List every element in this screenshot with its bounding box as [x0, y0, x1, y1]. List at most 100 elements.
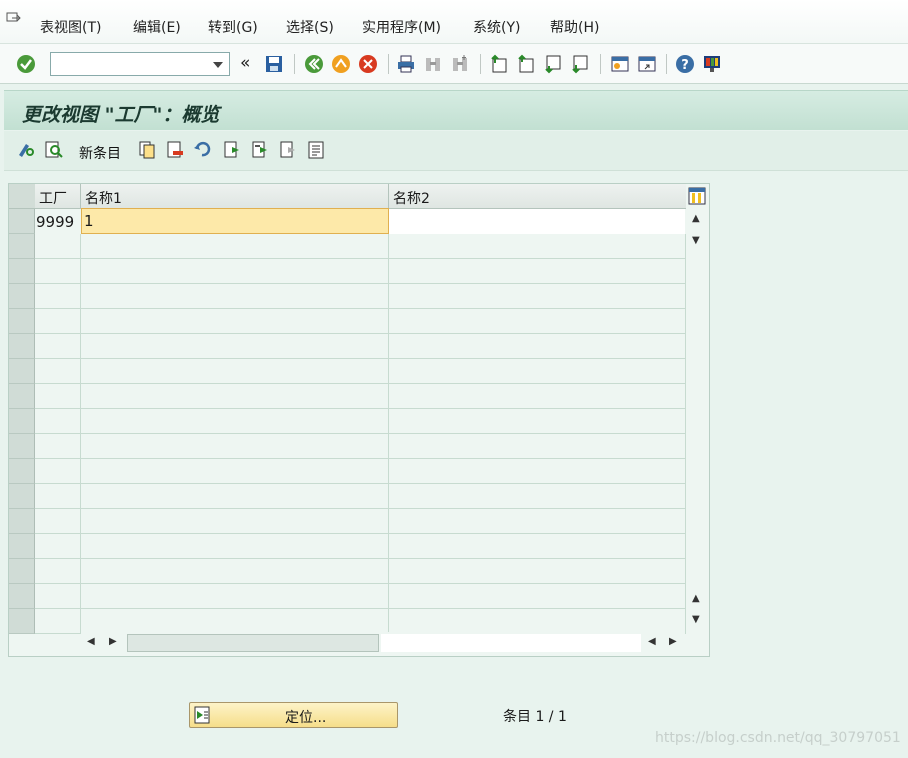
menu-selection[interactable]: 选择(S)	[286, 17, 334, 37]
exit-icon[interactable]	[331, 54, 351, 74]
menu-help[interactable]: 帮助(H)	[550, 17, 599, 37]
table-cell[interactable]	[35, 309, 81, 334]
table-settings-icon[interactable]	[688, 187, 706, 205]
table-cell[interactable]	[35, 384, 81, 409]
table-cell[interactable]	[389, 259, 686, 284]
locate-button[interactable]: 定位...	[189, 702, 398, 728]
table-cell[interactable]	[389, 234, 686, 259]
row-selector[interactable]	[9, 609, 35, 634]
create-session-icon[interactable]	[610, 54, 630, 74]
table-cell[interactable]	[81, 584, 389, 609]
menu-system[interactable]: 系统(Y)	[473, 17, 520, 37]
print-icon[interactable]	[396, 54, 416, 74]
print-field-list-icon[interactable]	[306, 140, 326, 160]
table-cell[interactable]	[35, 459, 81, 484]
first-page-icon[interactable]	[489, 54, 509, 74]
scroll-right-icon[interactable]: ▶	[109, 636, 117, 647]
table-cell[interactable]	[81, 434, 389, 459]
row-selector[interactable]	[9, 209, 35, 234]
row-selector[interactable]	[9, 234, 35, 259]
table-cell[interactable]	[81, 334, 389, 359]
system-menu-icon[interactable]	[6, 12, 22, 26]
copy-as-icon[interactable]	[137, 140, 157, 160]
row-selector[interactable]	[9, 334, 35, 359]
select-all-icon[interactable]	[222, 140, 242, 160]
scroll-left-icon-2[interactable]: ◀	[648, 636, 656, 647]
menu-table-view[interactable]: 表视图(T)	[40, 17, 101, 37]
table-cell[interactable]	[389, 459, 686, 484]
table-cell[interactable]	[389, 509, 686, 534]
row-selector[interactable]	[9, 259, 35, 284]
table-cell[interactable]	[389, 334, 686, 359]
customize-layout-icon[interactable]	[702, 54, 722, 74]
scroll-track[interactable]	[381, 634, 641, 652]
row-selector[interactable]	[9, 584, 35, 609]
menu-edit[interactable]: 编辑(E)	[133, 17, 181, 37]
table-cell[interactable]	[81, 409, 389, 434]
table-cell[interactable]	[35, 584, 81, 609]
table-cell[interactable]	[81, 509, 389, 534]
table-cell[interactable]	[35, 509, 81, 534]
table-cell[interactable]	[389, 309, 686, 334]
table-cell[interactable]	[389, 534, 686, 559]
table-cell[interactable]	[389, 384, 686, 409]
enter-icon[interactable]	[16, 54, 36, 74]
name2-input[interactable]	[389, 209, 685, 234]
new-entries-button[interactable]: 新条目	[79, 143, 121, 163]
row-selector[interactable]	[9, 434, 35, 459]
table-cell[interactable]	[35, 559, 81, 584]
next-page-icon[interactable]	[543, 54, 563, 74]
table-cell[interactable]	[81, 359, 389, 384]
column-header-plant[interactable]: 工厂	[35, 184, 81, 209]
row-selector[interactable]	[9, 559, 35, 584]
last-page-icon[interactable]	[570, 54, 590, 74]
collapse-command-icon[interactable]: «	[240, 53, 260, 73]
table-cell[interactable]	[389, 359, 686, 384]
column-header-name1[interactable]: 名称1	[81, 184, 389, 209]
table-cell[interactable]	[35, 259, 81, 284]
table-cell[interactable]	[35, 484, 81, 509]
page-up-icon[interactable]: ▲	[692, 593, 700, 604]
row-selector[interactable]	[9, 359, 35, 384]
menu-utilities[interactable]: 实用程序(M)	[362, 17, 441, 37]
table-cell[interactable]	[389, 434, 686, 459]
display-change-icon[interactable]	[16, 140, 36, 160]
save-icon[interactable]	[264, 54, 284, 74]
horizontal-scrollbar[interactable]: ◀ ▶ ◀ ▶	[81, 632, 685, 654]
deselect-all-icon[interactable]	[278, 140, 298, 160]
table-cell[interactable]	[389, 584, 686, 609]
table-cell[interactable]	[81, 609, 389, 634]
table-cell[interactable]	[81, 284, 389, 309]
row-selector[interactable]	[9, 284, 35, 309]
cancel-icon[interactable]	[358, 54, 378, 74]
undo-change-icon[interactable]	[193, 140, 213, 160]
row-selector[interactable]	[9, 534, 35, 559]
table-cell[interactable]	[35, 534, 81, 559]
table-cell[interactable]	[389, 609, 686, 634]
table-cell[interactable]	[389, 409, 686, 434]
help-icon[interactable]: ?	[675, 54, 695, 74]
select-block-icon[interactable]	[250, 140, 270, 160]
column-header-name2[interactable]: 名称2	[389, 184, 686, 209]
table-cell[interactable]	[35, 284, 81, 309]
table-cell[interactable]	[81, 234, 389, 259]
table-cell[interactable]	[81, 384, 389, 409]
page-down-icon[interactable]: ▼	[692, 614, 700, 625]
table-cell[interactable]	[35, 359, 81, 384]
back-icon[interactable]	[304, 54, 324, 74]
row-selector[interactable]	[9, 309, 35, 334]
table-cell[interactable]	[389, 559, 686, 584]
table-cell[interactable]	[81, 309, 389, 334]
table-cell[interactable]	[81, 459, 389, 484]
table-cell[interactable]	[81, 559, 389, 584]
vertical-scrollbar[interactable]: ▲ ▼ ▲ ▼	[686, 209, 708, 631]
prev-page-icon[interactable]	[516, 54, 536, 74]
scroll-down-icon[interactable]: ▼	[692, 235, 700, 246]
scroll-left-icon[interactable]: ◀	[87, 636, 95, 647]
detail-icon[interactable]	[44, 140, 64, 160]
table-cell[interactable]	[35, 609, 81, 634]
shortcut-icon[interactable]	[637, 54, 657, 74]
table-cell[interactable]	[35, 409, 81, 434]
table-cell[interactable]	[81, 484, 389, 509]
delete-icon[interactable]	[165, 140, 185, 160]
